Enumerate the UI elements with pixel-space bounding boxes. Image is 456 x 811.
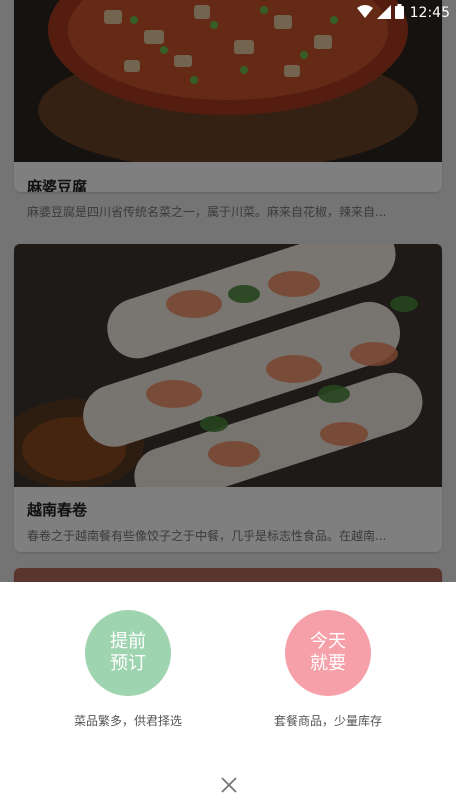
want-today-option[interactable]: 今天就要 套餐商品，少量库存 [228, 610, 428, 729]
book-ahead-caption: 菜品繁多，供君择选 [73, 714, 182, 728]
dim-overlay[interactable] [0, 0, 456, 582]
book-ahead-label: 提前预订 [110, 631, 146, 674]
close-icon [221, 777, 237, 793]
want-today-label: 今天就要 [310, 631, 346, 674]
book-ahead-option[interactable]: 提前预订 菜品繁多，供君择选 [28, 610, 228, 729]
want-today-caption: 套餐商品，少量库存 [273, 714, 382, 728]
book-ahead-button[interactable]: 提前预订 [85, 610, 171, 696]
wifi-icon [356, 4, 373, 23]
want-today-button[interactable]: 今天就要 [285, 610, 371, 696]
status-bar: 12:45 [0, 0, 456, 26]
signal-icon [376, 4, 391, 23]
close-button[interactable] [216, 772, 242, 798]
order-type-sheet: 提前预订 菜品繁多，供君择选 今天就要 套餐商品，少量库存 [0, 582, 456, 811]
status-time: 12:45 [409, 5, 450, 21]
battery-icon [394, 3, 404, 23]
